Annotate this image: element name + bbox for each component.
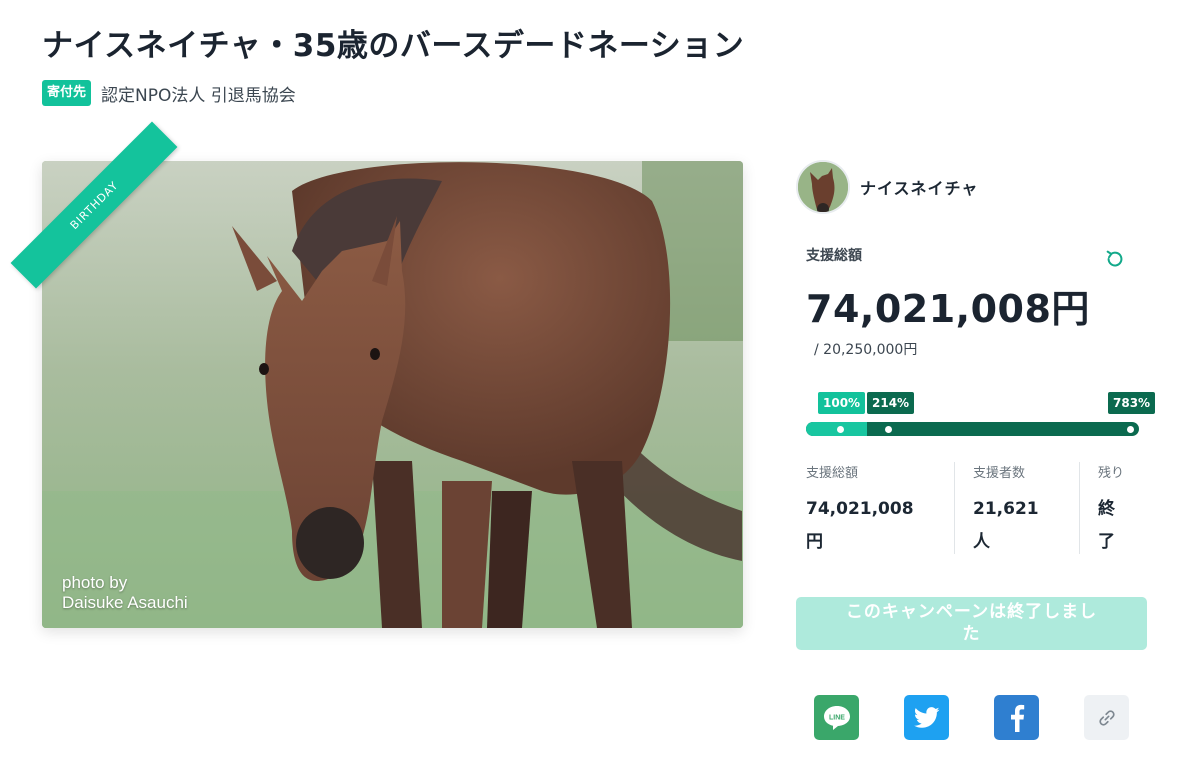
facebook-icon — [1010, 704, 1024, 732]
stat-supporters-value-line-2: 人 — [973, 532, 990, 552]
stats-row: 支援総額 74,021,008 円 支援者数 21,621 人 残り 終 了 — [806, 462, 1146, 554]
stat-remaining-value-line-2: 了 — [1098, 532, 1115, 552]
milestone-dot-100 — [837, 426, 844, 433]
owner-name[interactable]: ナイスネイチャ — [860, 175, 978, 199]
milestone-tag-100: 100% — [818, 392, 866, 414]
share-twitter-button[interactable] — [904, 695, 949, 740]
campaign-photo: photo by Daisuke Asauchi — [42, 161, 743, 628]
avatar[interactable] — [796, 160, 850, 214]
stat-total: 支援総額 74,021,008 円 — [806, 462, 954, 554]
milestone-tag-783: 783% — [1108, 392, 1156, 414]
refresh-icon[interactable] — [1104, 248, 1126, 270]
campaign-ended-line-1: このキャンペーンは終了しまし — [845, 602, 1098, 622]
horse-photo-illustration — [42, 161, 743, 628]
stat-supporters-label: 支援者数 — [973, 466, 1026, 481]
stat-total-value-line-2: 円 — [806, 532, 823, 552]
link-icon — [1098, 709, 1115, 726]
progress-bar: 100% 214% 783% — [806, 390, 1156, 440]
milestone-tag-214: 214% — [867, 392, 915, 414]
campaign-ended-line-2: た — [962, 624, 981, 644]
stat-remaining-value: 終 了 — [1098, 493, 1135, 559]
beneficiary-name[interactable]: 認定NPO法人 引退馬協会 — [101, 81, 296, 106]
stat-supporters: 支援者数 21,621 人 — [954, 462, 1079, 554]
beneficiary-badge: 寄付先 — [42, 80, 92, 106]
stat-total-label: 支援総額 — [806, 466, 859, 481]
horse-avatar-icon — [798, 162, 848, 212]
photo-credit: photo by Daisuke Asauchi — [62, 573, 188, 613]
stat-total-value: 74,021,008 円 — [806, 493, 944, 559]
share-line-button[interactable]: LINE — [814, 695, 859, 740]
goal-amount: / 20,250,000円 — [814, 342, 918, 358]
milestone-dot-214 — [885, 426, 892, 433]
line-icon: LINE — [823, 705, 850, 730]
share-facebook-button[interactable] — [994, 695, 1039, 740]
stat-supporters-value: 21,621 人 — [973, 493, 1069, 559]
stat-remaining-value-line-1: 終 — [1098, 499, 1115, 519]
photo-credit-line-2: Daisuke Asauchi — [62, 593, 188, 612]
stat-total-value-line-1: 74,021,008 — [806, 499, 914, 519]
stat-remaining-label: 残り — [1098, 466, 1125, 481]
twitter-icon — [913, 706, 939, 728]
photo-credit-line-1: photo by — [62, 573, 128, 592]
copy-link-button[interactable] — [1084, 695, 1129, 740]
line-icon-label: LINE — [829, 714, 845, 721]
beneficiary-row: 寄付先 認定NPO法人 引退馬協会 — [42, 79, 296, 107]
total-amount: 74,021,008円 — [806, 287, 1090, 331]
campaign-ended-button: このキャンペーンは終了しまし た — [796, 597, 1147, 650]
stat-supporters-value-line-1: 21,621 — [973, 499, 1039, 519]
total-label: 支援総額 — [806, 248, 862, 264]
project-owner[interactable]: ナイスネイチャ — [796, 160, 978, 214]
milestone-dot-783 — [1127, 426, 1134, 433]
stat-remaining: 残り 終 了 — [1079, 462, 1145, 554]
page-title: ナイスネイチャ・35歳のバースデードネーション — [42, 28, 745, 64]
